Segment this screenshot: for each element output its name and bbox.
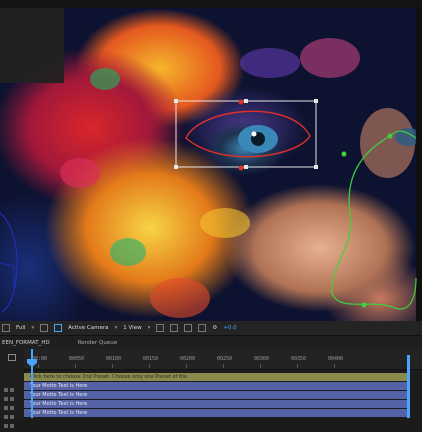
- bbox-handle[interactable]: [174, 99, 178, 103]
- timeline-panel: 00:00 00050 00100 00150 00200 00250 00300 00350…: [0, 349, 422, 428]
- ruler-tick: [38, 364, 39, 368]
- tab-render-queue[interactable]: Render Queue: [78, 340, 117, 346]
- fast-preview-icon[interactable]: [170, 324, 179, 332]
- ruler-tick: [297, 364, 298, 368]
- ruler-tick-label: 00100: [106, 356, 122, 362]
- ruler-tick: [186, 364, 187, 368]
- bbox-handle[interactable]: [314, 99, 318, 103]
- text-layer-bar[interactable]: Your Motto Text is Here: [24, 409, 408, 417]
- mask-vertex[interactable]: [238, 165, 244, 171]
- ruler-tick: [112, 364, 113, 368]
- ruler-tick: [260, 364, 261, 368]
- chevron-down-icon: ▾: [147, 325, 151, 331]
- ruler-tick: [334, 364, 335, 368]
- layer-switches[interactable]: [4, 413, 20, 428]
- guide-layer-bar[interactable]: Click here to choose 2nd Preset. Choose …: [24, 373, 408, 381]
- text-layer-bar[interactable]: Your Motto Text is Here: [24, 400, 408, 408]
- layer-switches[interactable]: [4, 386, 20, 401]
- bbox-handle[interactable]: [174, 165, 178, 169]
- mask-overlay: [0, 99, 417, 313]
- transparency-grid-icon[interactable]: [54, 324, 63, 332]
- resolution-select[interactable]: Full: [16, 325, 25, 331]
- spline-path[interactable]: [389, 130, 417, 139]
- spline-vertex[interactable]: [387, 133, 393, 139]
- exposure-value[interactable]: +0.0: [223, 325, 236, 331]
- ruler-tick-label: 00350: [291, 356, 307, 362]
- spline-vertex[interactable]: [361, 302, 367, 308]
- gear-icon[interactable]: ⚙: [212, 325, 217, 331]
- toggle-pixel-aspect-icon[interactable]: [156, 324, 165, 332]
- ruler-tick-label: 00250: [217, 356, 233, 362]
- layer-switches[interactable]: [4, 377, 20, 392]
- region-icon[interactable]: [40, 324, 49, 332]
- timeline-icon[interactable]: [184, 324, 193, 332]
- spline-path[interactable]: [331, 135, 417, 310]
- ruler-tick-label: 00400: [328, 356, 344, 362]
- ruler-tick-label: 00300: [254, 356, 270, 362]
- top-band: [0, 0, 422, 8]
- view-layout-select[interactable]: 1 View: [123, 325, 141, 331]
- chevron-down-icon: ▾: [114, 325, 118, 331]
- text-layer-bar[interactable]: Your Motto Text is Here: [24, 391, 408, 399]
- ruler-tick: [75, 364, 76, 368]
- ruler-tick-label: 00050: [69, 356, 85, 362]
- chevron-down-icon: ▾: [31, 325, 35, 331]
- camera-select[interactable]: Active Camera: [68, 325, 108, 331]
- blue-line: [0, 262, 15, 288]
- composition-icon[interactable]: [8, 354, 16, 361]
- layer-bars: Click here to choose 2nd Preset. Choose …: [24, 373, 422, 418]
- time-ruler[interactable]: 00:00 00050 00100 00150 00200 00250 00300 00350…: [24, 349, 422, 370]
- layer-controls-column: [0, 349, 25, 428]
- ruler-tick-label: 00150: [143, 356, 159, 362]
- mask-vertex[interactable]: [238, 99, 244, 105]
- bbox-handle[interactable]: [314, 165, 318, 169]
- composition-viewer[interactable]: [0, 8, 422, 321]
- layer-switches[interactable]: [4, 404, 20, 419]
- panel-tabs: EEN_FORMAT_HD Render Queue: [0, 335, 422, 350]
- bbox-handle[interactable]: [244, 165, 248, 169]
- eye-highlight: [251, 131, 257, 137]
- viewer-toolbar: Full ▾ Active Camera ▾ 1 View ▾ ⚙ +0.0: [0, 321, 422, 335]
- ruler-tick: [223, 364, 224, 368]
- work-area-end[interactable]: [407, 355, 410, 418]
- ruler-tick: [149, 364, 150, 368]
- bbox-handle[interactable]: [244, 99, 248, 103]
- flowchart-icon[interactable]: [198, 324, 207, 332]
- spline-vertex[interactable]: [341, 151, 347, 157]
- layer-switches[interactable]: [4, 395, 20, 410]
- ruler-tick-label: 00200: [180, 356, 196, 362]
- blue-line: [0, 212, 18, 313]
- tab-composition[interactable]: EEN_FORMAT_HD: [0, 340, 60, 346]
- text-layer-bar[interactable]: Your Motto Text is Here: [24, 382, 408, 390]
- snapshot-icon[interactable]: [2, 324, 10, 332]
